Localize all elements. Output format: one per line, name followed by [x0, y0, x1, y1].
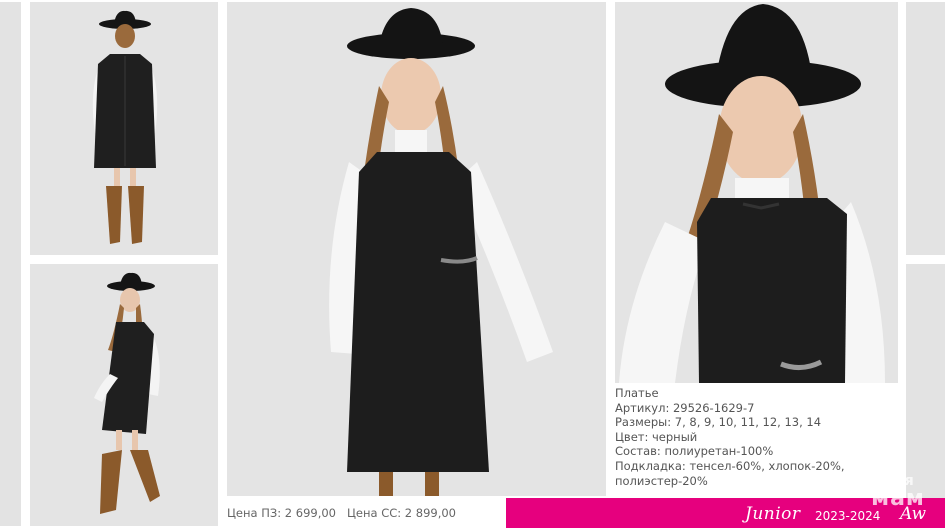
product-article: Артикул: 29526-1629-7	[615, 400, 755, 415]
product-photo-front[interactable]	[227, 2, 606, 496]
price-pz: Цена ПЗ: 2 699,00	[227, 506, 336, 520]
footer-bar: Цена ПЗ: 2 699,00 Цена СС: 2 899,00 Juni…	[227, 498, 945, 528]
brand-logo: Junior	[745, 504, 801, 524]
product-photo-closeup[interactable]	[615, 2, 898, 383]
photo-edge-right-top	[906, 2, 945, 255]
product-lining: Подкладка: тенсел-60%, хлопок-20%,	[615, 458, 845, 473]
watermark: для мам	[858, 472, 938, 511]
price-ss: Цена СС: 2 899,00	[346, 506, 456, 520]
product-sizes: Размеры: 7, 8, 9, 10, 11, 12, 13, 14	[615, 415, 822, 430]
product-photo-back[interactable]	[30, 2, 218, 255]
product-photo-side[interactable]	[30, 264, 218, 526]
product-lining-cont: полиэстер-20%	[615, 473, 708, 488]
watermark-line2: мам	[871, 486, 925, 511]
product-color: Цвет: черный	[615, 429, 698, 444]
product-name: Платье	[615, 386, 659, 400]
price-area: Цена ПЗ: 2 699,00 Цена СС: 2 899,00	[227, 498, 506, 528]
photo-edge-left	[0, 2, 21, 526]
product-composition: Состав: полиуретан-100%	[615, 444, 774, 459]
season-label: 2023-2024	[815, 509, 881, 523]
product-info: Платье Артикул: 29526-1629-7 Размеры: 7,…	[615, 386, 875, 488]
